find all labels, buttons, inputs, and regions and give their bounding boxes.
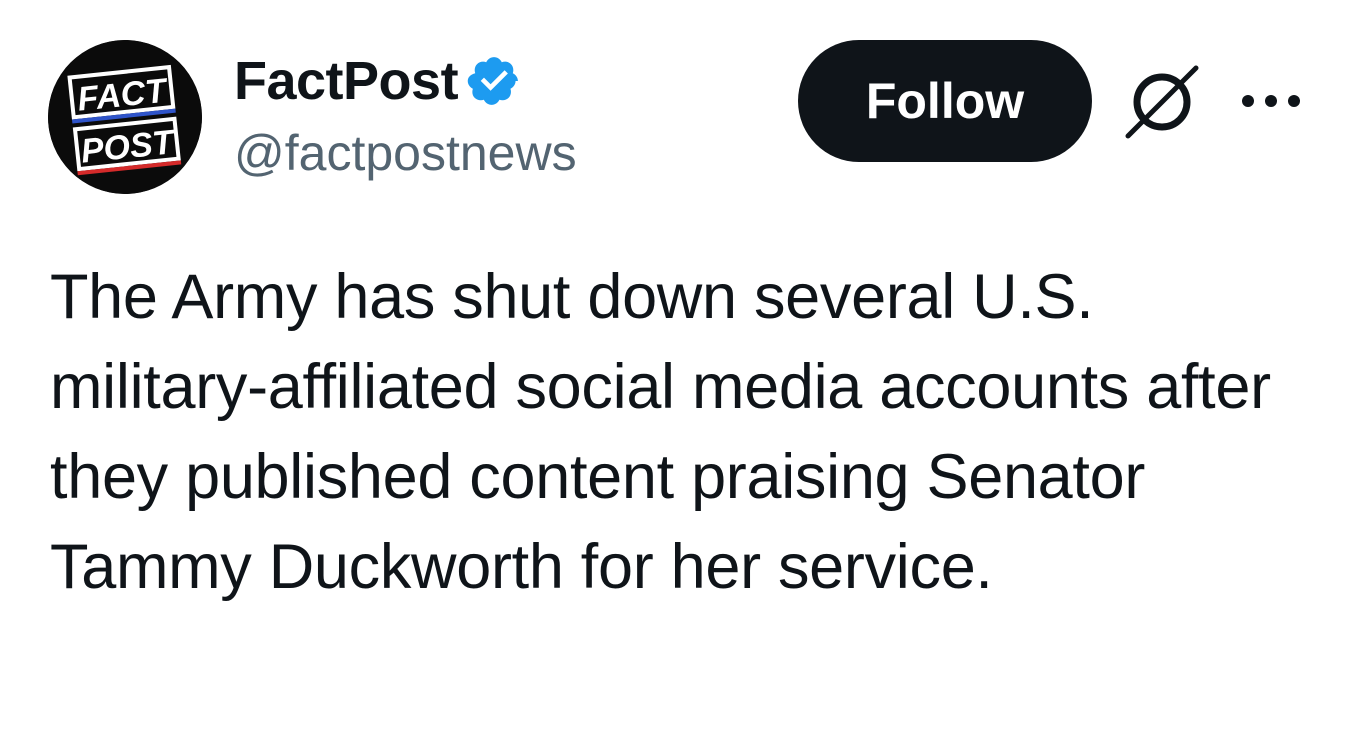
avatar[interactable]: FACT POST (48, 40, 202, 194)
tweet-header: FACT POST FactPost @factpostnews Follow (0, 0, 1346, 220)
grok-icon[interactable] (1120, 62, 1204, 142)
display-name[interactable]: FactPost (234, 50, 459, 112)
user-handle[interactable]: @factpostnews (234, 124, 577, 182)
follow-button[interactable]: Follow (798, 40, 1092, 162)
verified-badge-icon[interactable] (466, 53, 522, 109)
factpost-logo: FACT POST (48, 40, 202, 194)
display-name-row: FactPost (234, 50, 522, 112)
tweet-text: The Army has shut down several U.S. mili… (50, 262, 1271, 602)
more-options-icon[interactable] (1238, 86, 1304, 116)
